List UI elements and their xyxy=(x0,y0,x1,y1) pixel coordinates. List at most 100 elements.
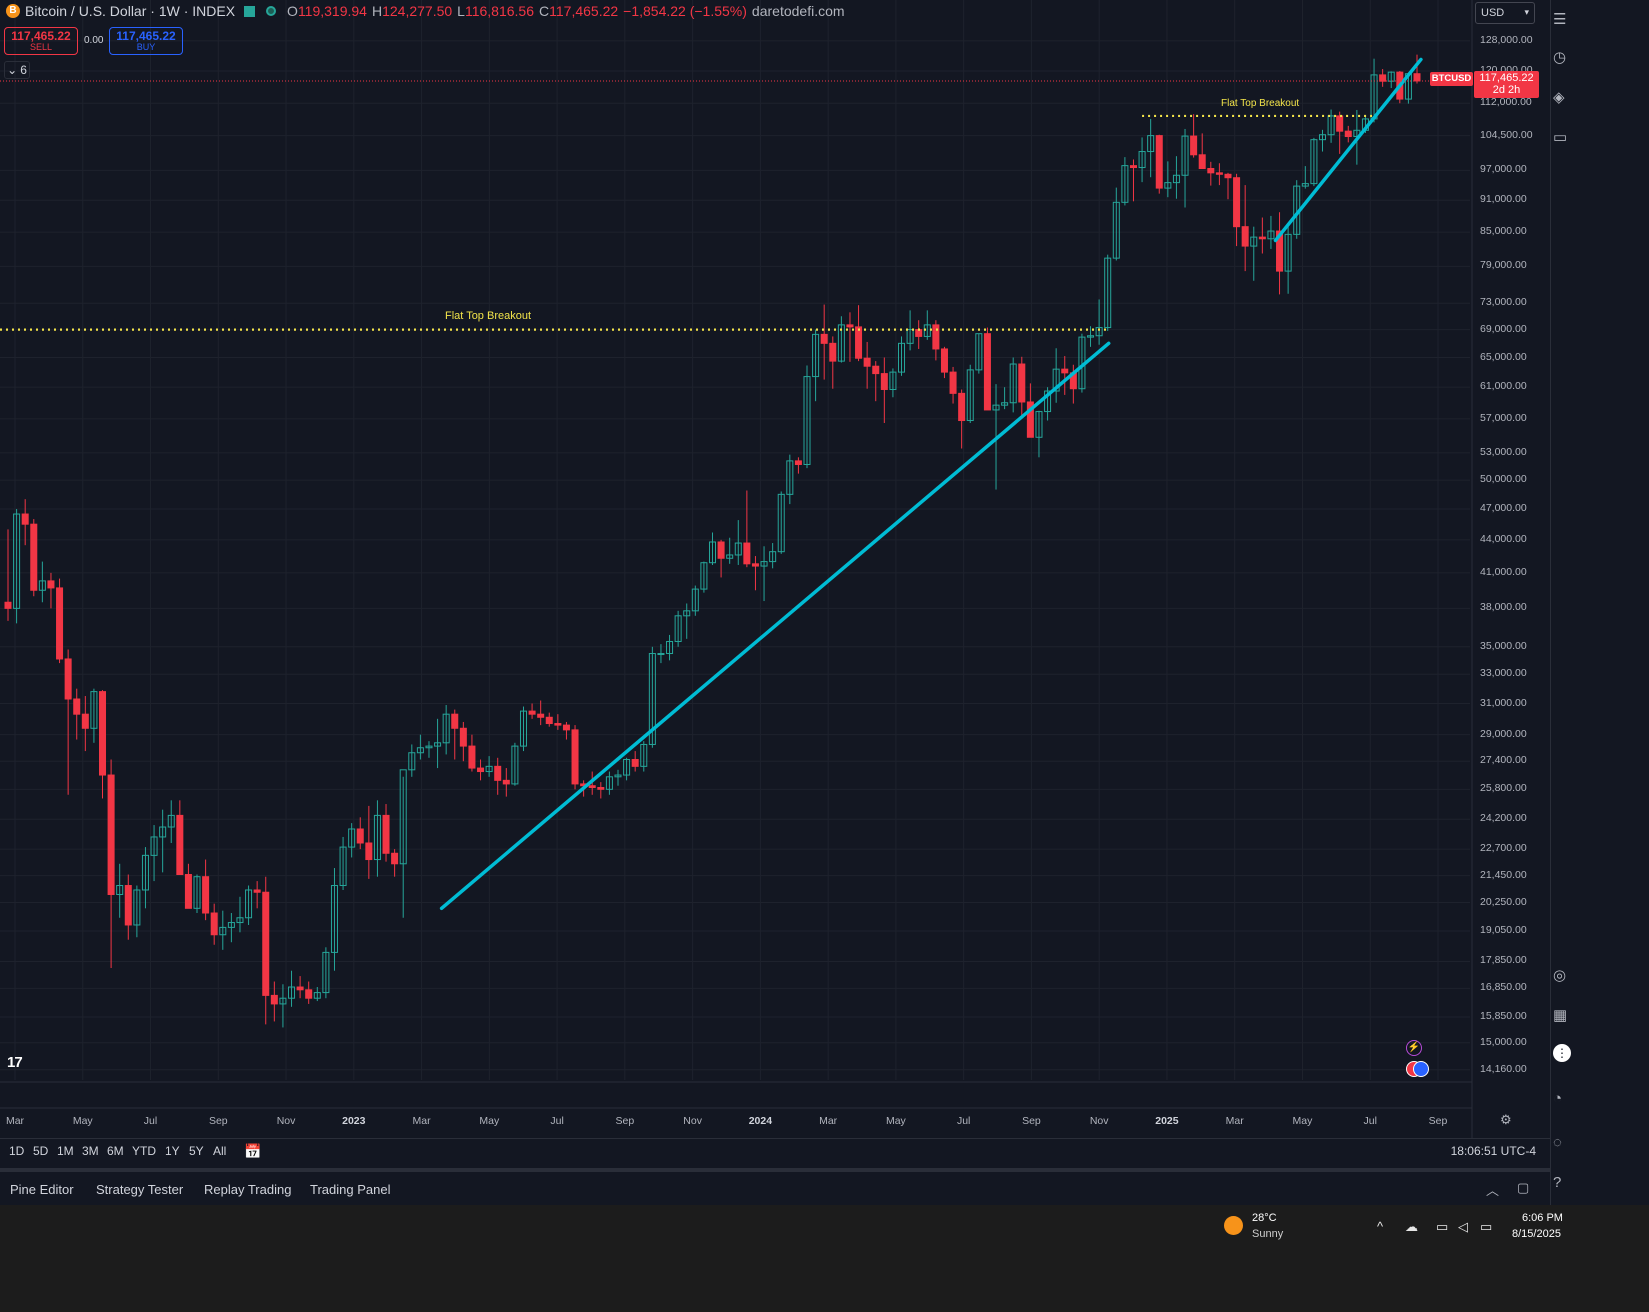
candle-body xyxy=(73,698,81,715)
candle-body xyxy=(202,876,210,914)
range-button-ytd[interactable]: YTD xyxy=(132,1144,156,1158)
time-axis-label: 2024 xyxy=(748,1115,773,1127)
range-button-5y[interactable]: 5Y xyxy=(189,1144,204,1158)
weather-condition[interactable]: Sunny xyxy=(1252,1228,1283,1240)
candle-body xyxy=(459,727,467,747)
candle-body xyxy=(932,324,940,350)
chart-area[interactable]: B Bitcoin / U.S. Dollar · 1W · INDEX O11… xyxy=(0,0,1550,1164)
candle-body xyxy=(872,365,880,375)
symbol-title[interactable]: Bitcoin / U.S. Dollar · 1W · INDEX xyxy=(25,3,235,19)
windows-taskbar xyxy=(0,1205,1649,1312)
candle-body xyxy=(863,357,871,367)
help-icon[interactable]: ? xyxy=(1553,1174,1571,1192)
gear-icon[interactable]: ⚙ xyxy=(1500,1112,1512,1128)
battery-icon[interactable]: ▭ xyxy=(1480,1219,1492,1235)
high-value: 124,277.50 xyxy=(382,3,453,19)
candlestick-chart[interactable] xyxy=(0,0,1550,1138)
price-axis-label: 17,850.00 xyxy=(1480,954,1527,967)
price-axis-label: 61,000.00 xyxy=(1480,380,1527,393)
range-button-all[interactable]: All xyxy=(213,1144,226,1158)
candle-body xyxy=(1155,135,1163,189)
low-label: L xyxy=(457,3,465,19)
range-button-1d[interactable]: 1D xyxy=(9,1144,24,1158)
candle-body xyxy=(1129,165,1137,169)
range-button-1y[interactable]: 1Y xyxy=(165,1144,180,1158)
time-axis-label: Jul xyxy=(1363,1115,1377,1127)
flag-icon[interactable] xyxy=(244,5,256,17)
price-axis-label: 69,000.00 xyxy=(1480,322,1527,335)
time-axis-label: Mar xyxy=(819,1115,838,1127)
apps-grid-icon[interactable]: ⋮ xyxy=(1553,1044,1571,1062)
candle-body xyxy=(1215,172,1223,175)
bell-icon[interactable]: ◌ xyxy=(1553,1134,1571,1152)
watchlist-icon[interactable]: ☰ xyxy=(1553,10,1571,28)
tradingview-logo[interactable]: 17 xyxy=(7,1054,23,1071)
candle-body xyxy=(1241,226,1249,247)
collapse-panel-icon[interactable]: ︿ xyxy=(1486,1180,1499,1199)
close-value: 117,465.22 xyxy=(549,3,619,19)
market-status-icon[interactable] xyxy=(266,6,277,16)
utc-clock[interactable]: 18:06:51 UTC-4 xyxy=(1451,1144,1536,1158)
range-button-6m[interactable]: 6M xyxy=(107,1144,124,1158)
candle-body xyxy=(657,653,665,656)
price-axis-label: 73,000.00 xyxy=(1480,296,1527,309)
price-axis-label: 57,000.00 xyxy=(1480,411,1527,424)
candle-body xyxy=(176,814,184,876)
candle-body xyxy=(382,814,390,854)
candle-body xyxy=(253,889,261,893)
weather-temp[interactable]: 28°C xyxy=(1252,1212,1277,1224)
buy-button[interactable]: 117,465.22 BUY xyxy=(109,27,183,55)
candle-body xyxy=(21,513,29,525)
range-button-1m[interactable]: 1M xyxy=(57,1144,74,1158)
price-axis-label: 16,850.00 xyxy=(1480,981,1527,994)
panel-tab-pine-editor[interactable]: Pine Editor xyxy=(10,1182,74,1197)
layers-icon[interactable]: ◈ xyxy=(1553,88,1571,106)
time-axis-label: Sep xyxy=(615,1115,635,1127)
price-axis-label: 41,000.00 xyxy=(1480,565,1527,578)
price-axis-label: 14,160.00 xyxy=(1480,1062,1527,1075)
symbol-price-tag: BTCUSD xyxy=(1430,72,1473,86)
spread-value: 0.00 xyxy=(84,35,104,46)
price-axis-label: 50,000.00 xyxy=(1480,473,1527,486)
change-value: −1,854.22 (−1.55%) xyxy=(623,3,747,19)
date-range-icon[interactable]: 📅 xyxy=(244,1143,261,1160)
time-axis-label: Nov xyxy=(683,1115,702,1127)
panel-tab-strategy-tester[interactable]: Strategy Tester xyxy=(96,1182,183,1197)
candle-body xyxy=(305,989,313,999)
panel-tab-replay-trading[interactable]: Replay Trading xyxy=(204,1182,291,1197)
chevron-up-icon[interactable]: ^ xyxy=(1377,1219,1383,1234)
economic-events-icon[interactable] xyxy=(1406,1061,1430,1077)
indicators-toggle[interactable]: ⌄ 6 xyxy=(4,61,30,79)
sell-price: 117,465.22 xyxy=(11,29,71,43)
price-axis-label: 112,000.00 xyxy=(1480,96,1532,109)
bar-countdown: 2d 2h xyxy=(1492,84,1521,96)
chat-icon[interactable]: ▭ xyxy=(1553,128,1571,146)
candle-body xyxy=(296,986,304,991)
time-axis-label: 2023 xyxy=(342,1115,366,1127)
calendar-icon[interactable]: ▦ xyxy=(1553,1006,1571,1024)
alerts-clock-icon[interactable]: ◷ xyxy=(1553,48,1571,66)
sun-icon[interactable] xyxy=(1224,1216,1243,1235)
lightning-event-icon[interactable]: ⚡ xyxy=(1406,1040,1422,1056)
flat-top-breakout-label-2[interactable]: Flat Top Breakout xyxy=(1221,98,1299,109)
range-button-3m[interactable]: 3M xyxy=(82,1144,99,1158)
trendline xyxy=(439,341,1111,911)
candle-body xyxy=(124,885,132,926)
panel-tab-trading-panel[interactable]: Trading Panel xyxy=(310,1182,390,1197)
network-icon[interactable]: ▭ xyxy=(1436,1219,1448,1235)
time-axis-label: Mar xyxy=(412,1115,431,1127)
taskbar-time[interactable]: 6:06 PM xyxy=(1522,1212,1563,1224)
candle-body xyxy=(81,713,89,729)
target-icon[interactable]: ◎ xyxy=(1553,966,1571,984)
range-button-5d[interactable]: 5D xyxy=(33,1144,48,1158)
maximize-panel-icon[interactable]: ▢ xyxy=(1517,1180,1529,1196)
low-value: 116,816.56 xyxy=(464,3,534,19)
candle-body xyxy=(365,842,373,861)
cloud-icon[interactable]: ☁ xyxy=(1405,1219,1418,1235)
flat-top-breakout-label-1[interactable]: Flat Top Breakout xyxy=(445,310,531,322)
notifications-icon[interactable]: ◔ xyxy=(1553,1090,1571,1108)
currency-select[interactable]: USD ▾ xyxy=(1475,2,1535,24)
speaker-icon[interactable]: ◁ xyxy=(1458,1219,1468,1235)
taskbar-date[interactable]: 8/15/2025 xyxy=(1512,1228,1561,1240)
sell-button[interactable]: 117,465.22 SELL xyxy=(4,27,78,55)
